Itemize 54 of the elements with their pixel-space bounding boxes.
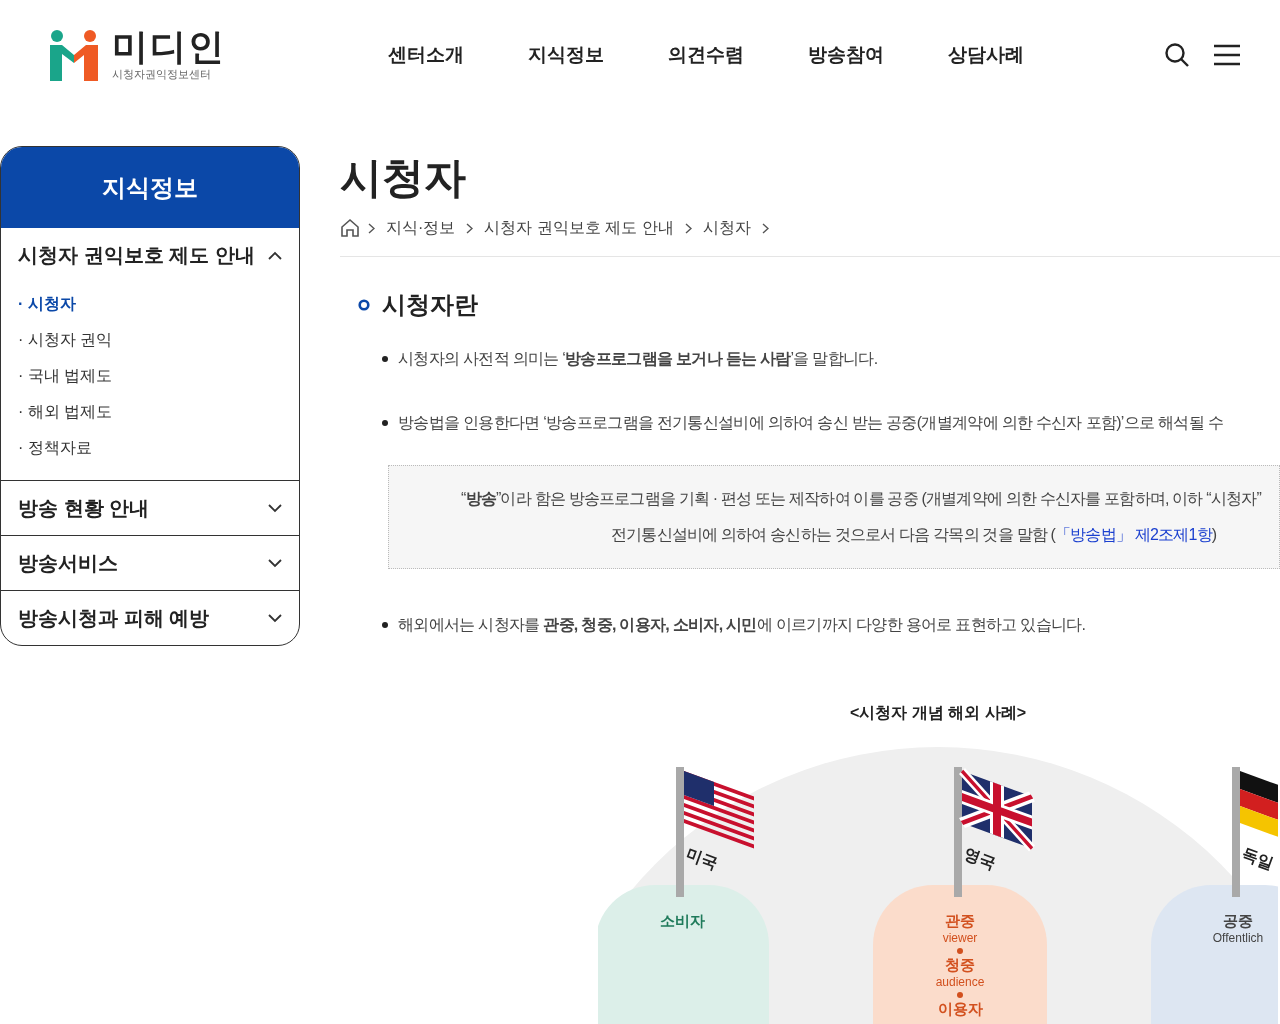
chevron-right-icon — [684, 222, 692, 234]
sidebar-group-toggle[interactable]: 시청자 권익보호 제도 안내 — [1, 228, 299, 282]
sidebar-link[interactable]: · 국내 법제도 — [1, 358, 130, 394]
page-title: 시청자 — [340, 153, 467, 203]
term-label: 이용자 — [937, 1001, 983, 1017]
quote-text: ) — [1211, 525, 1217, 545]
infographic-caption: <시청자 개념 해외 사례> — [850, 703, 1026, 723]
sidebar-link[interactable]: · 시청자 권익 — [1, 322, 130, 358]
law-link[interactable]: 「방송법」 제2조제1항 — [1055, 523, 1212, 547]
term-label: 소비자 — [659, 913, 705, 929]
chevron-right-icon — [466, 222, 474, 234]
bullet-text: 해외에서는 시청자를 관중, 청중, 이용자, 소비자, 시민에 이르기까지 다양한 용어로 표현하고 있습니다. — [398, 615, 1086, 635]
term-label: 청중 — [945, 957, 975, 973]
quote-text: 전기통신설비에 의하여 송신하는 것으로서 다음 각목의 것을 말함 ( — [611, 525, 1056, 545]
nav-link[interactable]: 방송참여 — [798, 40, 894, 70]
chevron-down-icon — [268, 558, 282, 568]
sidebar-group-toggle[interactable]: 방송서비스 — [1, 536, 299, 590]
bullet-text: 방송법을 인용한다면 ‘방송프로그램을 전기통신설비에 의하여 송신 받는 공중(개별계약에 의한 수신자 포함)’으로 해석될 수 — [398, 413, 1223, 433]
breadcrumb-link[interactable]: 시청자 — [699, 216, 754, 240]
term-english: viewer — [942, 932, 978, 945]
chevron-down-icon — [268, 503, 282, 513]
search-icon[interactable] — [1164, 42, 1190, 68]
section-heading: 시청자란 — [382, 290, 478, 320]
sidebar-title: 지식정보 — [1, 147, 299, 228]
country-label: 영국 — [961, 844, 1000, 874]
term-english: audience — [935, 976, 985, 989]
sidebar-link[interactable]: · 시청자 — [1, 286, 93, 322]
logo-icon — [48, 29, 100, 81]
ring-bullet-icon — [358, 299, 370, 311]
nav-link[interactable]: 상담사례 — [938, 40, 1034, 70]
sidebar-group-toggle[interactable]: 방송시청과 피해 예방 — [1, 591, 299, 645]
nav-link[interactable]: 지식정보 — [518, 40, 614, 70]
sidebar-link[interactable]: · 정책자료 — [1, 430, 109, 466]
country-label: 독일 — [1239, 844, 1278, 874]
breadcrumb-link[interactable]: 지식·정보 — [383, 216, 459, 240]
chevron-up-icon — [268, 250, 282, 260]
breadcrumb-link[interactable]: 시청자 권익보호 제도 안내 — [481, 216, 677, 240]
country-label: 미국 — [683, 844, 722, 874]
sidebar-group-toggle[interactable]: 방송 현황 안내 — [1, 481, 299, 535]
sidebar-link[interactable]: · 해외 법제도 — [1, 394, 130, 430]
home-icon[interactable] — [340, 218, 360, 238]
term-english: Offentlich — [1212, 932, 1264, 945]
nav-link[interactable]: 센터소개 — [378, 40, 474, 70]
menu-icon[interactable] — [1214, 44, 1240, 66]
logo-title: 미디인 — [112, 27, 226, 66]
quote-text: “방송”이라 함은 방송프로그램을 기획 · 편성 또는 제작하여 이를 공중 (개별계약에 의한 수신자를 포함하며, 이하 “시청자” — [461, 489, 1261, 509]
chevron-right-icon — [761, 222, 769, 234]
term-label: 공중 — [1223, 913, 1253, 929]
chevron-right-icon — [368, 222, 375, 234]
logo-subtitle: 시청자권익정보센터 — [112, 66, 212, 82]
bullet-text: 시청자의 사전적 의미는 ‘방송프로그램을 보거나 듣는 사람’을 말합니다. — [398, 349, 878, 369]
nav-link[interactable]: 의견수렴 — [658, 40, 754, 70]
term-label: 관중 — [945, 913, 975, 929]
chevron-down-icon — [268, 613, 282, 623]
